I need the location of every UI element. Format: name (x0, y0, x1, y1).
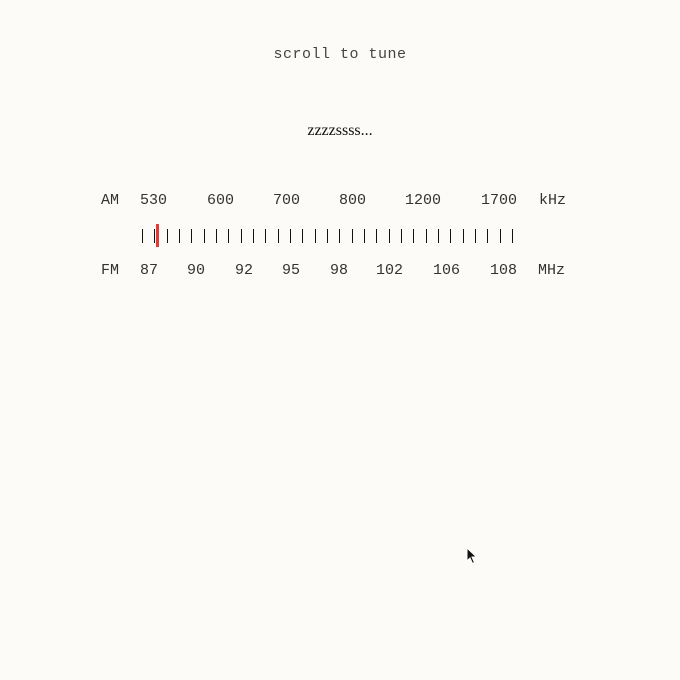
fm-freq-106: 106 (433, 262, 461, 279)
tuner-tick (376, 229, 377, 243)
tuner-tick (290, 229, 291, 243)
radio-dial[interactable]: AM 530 600 700 800 1200 1700 kHz FM 87 9… (0, 0, 680, 300)
am-freq-600: 600 (207, 192, 235, 209)
tuner-tick (142, 229, 143, 243)
am-freq-800: 800 (339, 192, 367, 209)
tuner-tick (265, 229, 266, 243)
tuner-tick (475, 229, 476, 243)
fm-unit-label: MHz (538, 262, 566, 279)
tuner-tick (438, 229, 439, 243)
am-freq-530: 530 (140, 192, 168, 209)
tuner-tick (302, 229, 303, 243)
fm-freq-102: 102 (376, 262, 404, 279)
tuner-scale[interactable] (0, 229, 680, 243)
tuner-tick (216, 229, 217, 243)
tuner-tick (500, 229, 501, 243)
arrow-pointer-icon (466, 547, 478, 565)
tuner-tick (450, 229, 451, 243)
tuner-tick (241, 229, 242, 243)
tuner-needle[interactable] (156, 224, 159, 247)
tuner-tick (204, 229, 205, 243)
tuner-tick (352, 229, 353, 243)
fm-band-label: FM (101, 262, 120, 279)
tuner-tick (327, 229, 328, 243)
tuner-tick (339, 229, 340, 243)
fm-freq-90: 90 (187, 262, 206, 279)
am-freq-1200: 1200 (405, 192, 442, 209)
am-freq-700: 700 (273, 192, 301, 209)
tuner-tick (401, 229, 402, 243)
tuner-tick (191, 229, 192, 243)
tuner-tick (154, 229, 155, 243)
tuner-tick (167, 229, 168, 243)
fm-freq-108: 108 (490, 262, 518, 279)
am-unit-label: kHz (539, 192, 567, 209)
tuner-tick (364, 229, 365, 243)
fm-freq-92: 92 (235, 262, 254, 279)
tuner-tick (278, 229, 279, 243)
fm-freq-87: 87 (140, 262, 159, 279)
tuner-tick (389, 229, 390, 243)
tuner-tick (179, 229, 180, 243)
am-freq-1700: 1700 (481, 192, 518, 209)
tuner-tick (426, 229, 427, 243)
tuner-tick (315, 229, 316, 243)
fm-freq-95: 95 (282, 262, 301, 279)
fm-freq-98: 98 (330, 262, 349, 279)
tuner-tick (512, 229, 513, 243)
tuner-tick (228, 229, 229, 243)
tuner-tick (413, 229, 414, 243)
am-band-label: AM (101, 192, 120, 209)
tuner-tick (487, 229, 488, 243)
tuner-tick (253, 229, 254, 243)
tuner-tick (463, 229, 464, 243)
